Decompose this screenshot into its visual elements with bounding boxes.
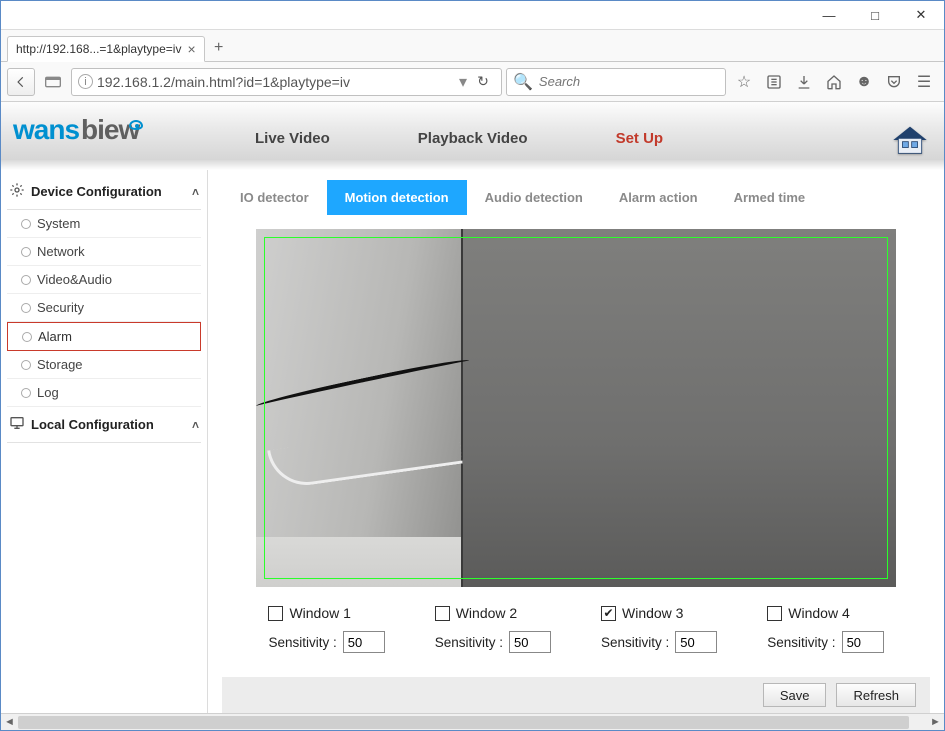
menu-icon[interactable]: ☰ xyxy=(910,68,938,96)
browser-toolbar: i 192.168.1.2/main.html?id=1&playtype=iv… xyxy=(1,62,944,102)
sensitivity-label: Sensitivity : xyxy=(767,635,835,650)
window-close-button[interactable]: ✕ xyxy=(898,1,944,30)
url-text: 192.168.1.2/main.html?id=1&playtype=iv xyxy=(97,74,455,90)
browser-tab[interactable]: http://192.168...=1&playtype=iv × xyxy=(7,36,205,62)
window2-checkbox[interactable]: Window 2 xyxy=(435,605,517,621)
subtab-motion-detection[interactable]: Motion detection xyxy=(327,180,467,215)
tab-close-icon[interactable]: × xyxy=(187,41,195,57)
dropdown-icon[interactable]: ▾ xyxy=(459,72,467,92)
scroll-thumb[interactable] xyxy=(18,716,909,729)
camera-preview[interactable] xyxy=(256,229,896,587)
save-button[interactable]: Save xyxy=(763,683,827,707)
browser-tabstrip: http://192.168...=1&playtype=iv × + xyxy=(1,30,944,62)
gear-icon xyxy=(9,182,25,201)
sidebar-item-system[interactable]: System xyxy=(7,210,201,238)
new-tab-button[interactable]: + xyxy=(205,35,233,61)
nav-setup-label: Set Up xyxy=(616,130,664,147)
info-icon[interactable]: i xyxy=(78,74,93,89)
home-icon[interactable] xyxy=(820,68,848,96)
window-maximize-button[interactable]: □ xyxy=(852,1,898,30)
chevron-up-icon: ˄ xyxy=(192,185,199,199)
sidebar-item-network[interactable]: Network xyxy=(7,238,201,266)
save-pocket-icon[interactable] xyxy=(880,68,908,96)
checkbox-icon xyxy=(268,606,283,621)
sensitivity-label: Sensitivity : xyxy=(435,635,503,650)
search-icon: 🔍 xyxy=(513,72,533,92)
logo-part2: biew xyxy=(81,114,139,146)
sidebar-group-local[interactable]: Local Configuration ˄ xyxy=(7,407,201,443)
home-button[interactable] xyxy=(886,120,934,160)
tab-title: http://192.168...=1&playtype=iv xyxy=(16,42,181,56)
refresh-button[interactable]: Refresh xyxy=(836,683,916,707)
scroll-left-arrow-icon[interactable]: ◄ xyxy=(1,714,18,731)
reload-button[interactable]: ↻ xyxy=(471,73,495,90)
page-identity-icon[interactable] xyxy=(39,68,67,96)
checkbox-icon xyxy=(767,606,782,621)
logo-eye-icon xyxy=(129,120,143,130)
detection-windows-row: Window 1 Sensitivity : Window 2 xyxy=(222,605,930,653)
window-minimize-button[interactable]: — xyxy=(806,1,852,30)
url-bar[interactable]: i 192.168.1.2/main.html?id=1&playtype=iv… xyxy=(71,68,502,96)
window3-sensitivity-input[interactable] xyxy=(675,631,717,653)
window3-checkbox[interactable]: ✔ Window 3 xyxy=(601,605,683,621)
sidebar: Device Configuration ˄ System Network Vi… xyxy=(1,170,208,713)
window1-sensitivity-input[interactable] xyxy=(343,631,385,653)
sidebar-item-security[interactable]: Security xyxy=(7,294,201,322)
window2-sensitivity-input[interactable] xyxy=(509,631,551,653)
scroll-right-arrow-icon[interactable]: ► xyxy=(927,714,944,731)
detection-window-3: ✔ Window 3 Sensitivity : xyxy=(601,605,717,653)
search-input[interactable] xyxy=(539,74,719,89)
checkbox-icon xyxy=(435,606,450,621)
logo-part1: wans xyxy=(13,114,79,146)
brand-bar: wansbiew Live Video Playback Video Set U… xyxy=(1,102,944,160)
subtab-audio-detection[interactable]: Audio detection xyxy=(467,180,601,215)
sidebar-item-videoaudio[interactable]: Video&Audio xyxy=(7,266,201,294)
window-titlebar: — □ ✕ xyxy=(1,1,944,30)
checkbox-checked-icon: ✔ xyxy=(601,606,616,621)
sidebar-group-device[interactable]: Device Configuration ˄ xyxy=(7,174,201,210)
nav-live-label: Live Video xyxy=(255,130,330,147)
sidebar-item-storage[interactable]: Storage xyxy=(7,351,201,379)
sidebar-item-log[interactable]: Log xyxy=(7,379,201,407)
pocket-icon[interactable] xyxy=(760,68,788,96)
smiley-icon[interactable]: ☻ xyxy=(850,68,878,96)
search-bar[interactable]: 🔍 xyxy=(506,68,726,96)
nav-playback-video[interactable]: Playback Video xyxy=(374,116,572,160)
window1-checkbox[interactable]: Window 1 xyxy=(268,605,350,621)
subtab-io-detector[interactable]: IO detector xyxy=(222,180,327,215)
alarm-subtabs: IO detector Motion detection Audio detec… xyxy=(222,180,930,215)
detection-window-2: Window 2 Sensitivity : xyxy=(435,605,551,653)
sidebar-group-device-label: Device Configuration xyxy=(31,184,162,199)
sidebar-item-alarm[interactable]: Alarm xyxy=(7,322,201,351)
sidebar-group-local-label: Local Configuration xyxy=(31,417,154,432)
brand-logo: wansbiew xyxy=(13,114,139,146)
nav-back-button[interactable] xyxy=(7,68,35,96)
detection-window-1: Window 1 Sensitivity : xyxy=(268,605,384,653)
bookmark-star-icon[interactable]: ☆ xyxy=(730,68,758,96)
detection-window-4: Window 4 Sensitivity : xyxy=(767,605,883,653)
nav-setup[interactable]: Set Up xyxy=(572,116,708,160)
nav-playback-label: Playback Video xyxy=(418,130,528,147)
window4-checkbox[interactable]: Window 4 xyxy=(767,605,849,621)
scroll-track[interactable] xyxy=(18,714,927,731)
arrow-left-icon xyxy=(14,75,28,89)
sensitivity-label: Sensitivity : xyxy=(268,635,336,650)
downloads-icon[interactable] xyxy=(790,68,818,96)
house-icon xyxy=(890,123,930,157)
monitor-icon xyxy=(9,415,25,434)
nav-live-video[interactable]: Live Video xyxy=(211,116,374,160)
window4-sensitivity-input[interactable] xyxy=(842,631,884,653)
action-row: Save Refresh xyxy=(222,677,930,713)
detection-rectangle[interactable] xyxy=(264,237,888,579)
chevron-up-icon: ˄ xyxy=(192,418,199,432)
sensitivity-label: Sensitivity : xyxy=(601,635,669,650)
subtab-armed-time[interactable]: Armed time xyxy=(716,180,824,215)
horizontal-scrollbar[interactable]: ◄ ► xyxy=(1,713,944,730)
subtab-alarm-action[interactable]: Alarm action xyxy=(601,180,716,215)
main-panel: IO detector Motion detection Audio detec… xyxy=(208,170,944,713)
